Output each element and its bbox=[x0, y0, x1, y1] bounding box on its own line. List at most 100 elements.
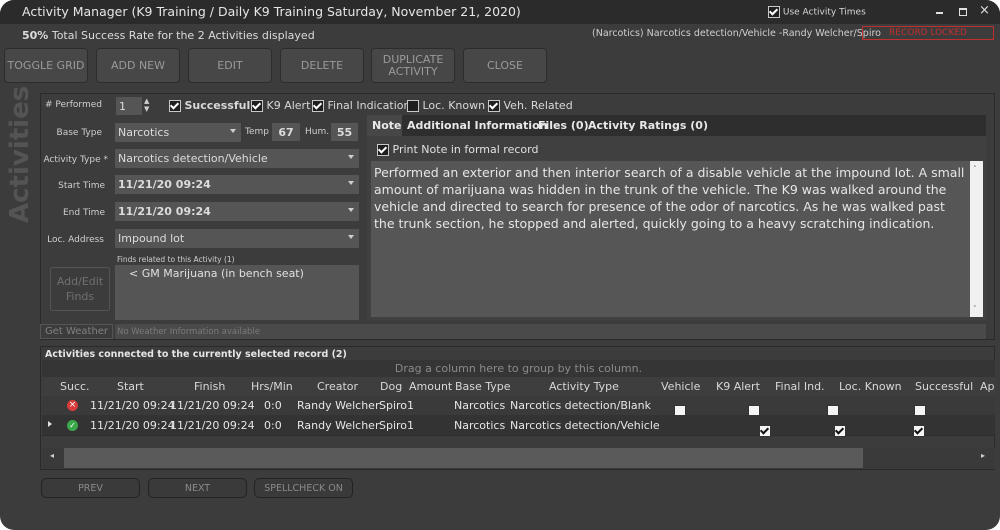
activity-manager-window: Activity Manager (K9 Training / Daily K9… bbox=[0, 0, 1000, 530]
row2-vehicle-checkbox[interactable] bbox=[759, 424, 772, 437]
success-icon: ✓ bbox=[67, 420, 78, 431]
next-button[interactable]: NEXT bbox=[148, 478, 247, 498]
use-activity-times-toggle[interactable]: Use Activity Times bbox=[768, 6, 866, 18]
close-button[interactable]: CLOSE bbox=[463, 48, 547, 83]
column-header-activity-type[interactable]: Activity Type bbox=[549, 380, 619, 393]
column-header-start[interactable]: Start bbox=[117, 380, 144, 393]
k9-alert-checkbox[interactable] bbox=[251, 100, 263, 112]
column-header-dog[interactable]: Dog bbox=[380, 380, 402, 393]
end-time-label: End Time bbox=[63, 208, 105, 218]
end-time-picker[interactable]: 11/21/20 09:24 bbox=[115, 202, 359, 221]
column-header-vehicle[interactable]: Vehicle bbox=[661, 380, 700, 393]
maximize-icon[interactable] bbox=[959, 8, 967, 16]
scroll-down-icon[interactable]: ˅ bbox=[973, 305, 977, 313]
scroll-right-icon[interactable]: ▸ bbox=[981, 451, 985, 460]
column-header-base-type[interactable]: Base Type bbox=[455, 380, 511, 393]
add-edit-finds-button[interactable]: Add/Edit Finds bbox=[50, 267, 110, 311]
loc-address-select[interactable]: Impound lot bbox=[115, 229, 359, 248]
use-activity-times-checkbox[interactable] bbox=[768, 6, 780, 18]
row2-start: 11/21/20 09:24 bbox=[90, 419, 175, 432]
base-type-select[interactable]: Narcotics bbox=[115, 123, 241, 142]
add-new-button[interactable]: ADD NEW bbox=[96, 48, 180, 83]
column-header-loc-known[interactable]: Loc. Known bbox=[839, 380, 902, 393]
chevron-down-icon bbox=[348, 155, 354, 159]
close-window-icon[interactable]: × bbox=[979, 3, 990, 18]
row2-creator: Randy Welcher bbox=[297, 419, 380, 432]
row2-k9-alert-checkbox[interactable] bbox=[833, 424, 846, 437]
row1-creator: Randy Welcher bbox=[297, 399, 380, 412]
weather-info: No Weather Information available bbox=[115, 324, 986, 339]
scroll-up-icon[interactable]: ˄ bbox=[973, 165, 977, 173]
row1-activity-type: Narcotics detection/Blank bbox=[510, 399, 652, 412]
group-by-panel[interactable]: Drag a column here to group by this colu… bbox=[42, 360, 995, 377]
column-header-successful[interactable]: Successful bbox=[915, 380, 973, 393]
scroll-left-icon[interactable]: ◂ bbox=[50, 451, 54, 460]
side-panel: Activities bbox=[4, 85, 38, 236]
veh-related-checkbox[interactable] bbox=[488, 100, 500, 112]
chevron-down-icon bbox=[348, 181, 354, 185]
grid-title: Activities connected to the currently se… bbox=[45, 349, 347, 360]
column-header-ap[interactable]: Ap bbox=[980, 380, 995, 393]
record-info: (Narcotics) Narcotics detection/Vehicle … bbox=[592, 28, 881, 39]
row1-hrs: 0:0 bbox=[264, 399, 282, 412]
successful-checkbox-group[interactable]: Successful bbox=[169, 99, 250, 112]
final-indication-checkbox-group[interactable]: Final Indication bbox=[312, 99, 410, 112]
performed-input[interactable]: 1 bbox=[116, 97, 142, 115]
chevron-down-icon bbox=[348, 235, 354, 239]
get-weather-button[interactable]: Get Weather bbox=[40, 324, 113, 339]
loc-known-checkbox[interactable] bbox=[407, 100, 419, 112]
prev-button[interactable]: PREV bbox=[41, 478, 140, 498]
successful-checkbox[interactable] bbox=[169, 100, 181, 112]
note-textarea[interactable]: Performed an exterior and then interior … bbox=[371, 161, 970, 317]
column-header-succ[interactable]: Succ. bbox=[60, 380, 90, 393]
finds-list-item[interactable]: < GM Marijuana (in bench seat) bbox=[115, 265, 359, 280]
base-type-label: Base Type bbox=[56, 128, 102, 138]
start-time-label: Start Time bbox=[58, 181, 105, 191]
success-rate-summary: 50% Total Success Rate for the 2 Activit… bbox=[22, 29, 315, 42]
column-header-hrs-min[interactable]: Hrs/Min bbox=[251, 380, 293, 393]
column-header-k9-alert[interactable]: K9 Alert bbox=[716, 380, 760, 393]
note-scrollbar[interactable]: ˄ ˅ bbox=[970, 161, 983, 317]
tab-additional-information[interactable]: Additional Information bbox=[407, 119, 547, 132]
temp-input[interactable]: 67 bbox=[272, 123, 300, 141]
k9-alert-checkbox-group[interactable]: K9 Alert bbox=[251, 99, 310, 112]
tab-files[interactable]: Files (0) bbox=[538, 119, 589, 132]
print-note-checkbox[interactable] bbox=[377, 144, 389, 156]
column-header-finish[interactable]: Finish bbox=[194, 380, 225, 393]
row1-start: 11/21/20 09:24 bbox=[90, 399, 175, 412]
duplicate-activity-button[interactable]: DUPLICATE ACTIVITY bbox=[371, 48, 455, 83]
print-note-checkbox-group[interactable]: Print Note in formal record bbox=[377, 143, 538, 156]
window-title: Activity Manager (K9 Training / Daily K9… bbox=[22, 4, 521, 19]
column-header-creator[interactable]: Creator bbox=[317, 380, 358, 393]
tab-note[interactable]: Note bbox=[372, 119, 401, 132]
hum-input[interactable]: 55 bbox=[331, 123, 358, 141]
finds-list[interactable]: < GM Marijuana (in bench seat) bbox=[115, 265, 359, 320]
row1-amount: 1 bbox=[407, 399, 414, 412]
chevron-down-icon bbox=[230, 129, 236, 133]
row1-dog: Spiro bbox=[379, 399, 408, 412]
final-indication-checkbox[interactable] bbox=[312, 100, 324, 112]
column-header-amount[interactable]: Amount bbox=[409, 380, 452, 393]
success-rate-text: Total Success Rate for the 2 Activities … bbox=[51, 29, 315, 42]
minimize-icon[interactable] bbox=[936, 12, 943, 14]
row2-final-ind-checkbox[interactable] bbox=[912, 424, 925, 437]
activity-type-select[interactable]: Narcotics detection/Vehicle bbox=[115, 149, 359, 168]
success-rate-value: 50% bbox=[22, 29, 49, 42]
toggle-grid-button[interactable]: TOGGLE GRID bbox=[4, 48, 88, 83]
delete-button[interactable]: DELETE bbox=[280, 48, 364, 83]
start-time-picker[interactable]: 11/21/20 09:24 bbox=[115, 175, 359, 194]
hum-label: Hum. bbox=[305, 127, 330, 137]
spellcheck-button[interactable]: SPELLCHECK ON bbox=[254, 478, 353, 498]
activities-watermark: Activities bbox=[5, 85, 35, 223]
veh-related-checkbox-group[interactable]: Veh. Related bbox=[488, 99, 573, 112]
row2-hrs: 0:0 bbox=[264, 419, 282, 432]
row-selector-icon bbox=[48, 421, 52, 427]
scrollbar-thumb[interactable] bbox=[64, 448, 863, 468]
tab-activity-ratings[interactable]: Activity Ratings (0) bbox=[588, 119, 708, 132]
loc-address-label: Loc. Address bbox=[47, 235, 104, 245]
edit-button[interactable]: EDIT bbox=[188, 48, 272, 83]
performed-spinner[interactable]: ▲ ▼ bbox=[144, 97, 149, 113]
column-header-final-ind[interactable]: Final Ind. bbox=[775, 380, 825, 393]
loc-known-checkbox-group[interactable]: Loc. Known bbox=[407, 99, 485, 112]
row2-base-type: Narcotics bbox=[454, 419, 506, 432]
